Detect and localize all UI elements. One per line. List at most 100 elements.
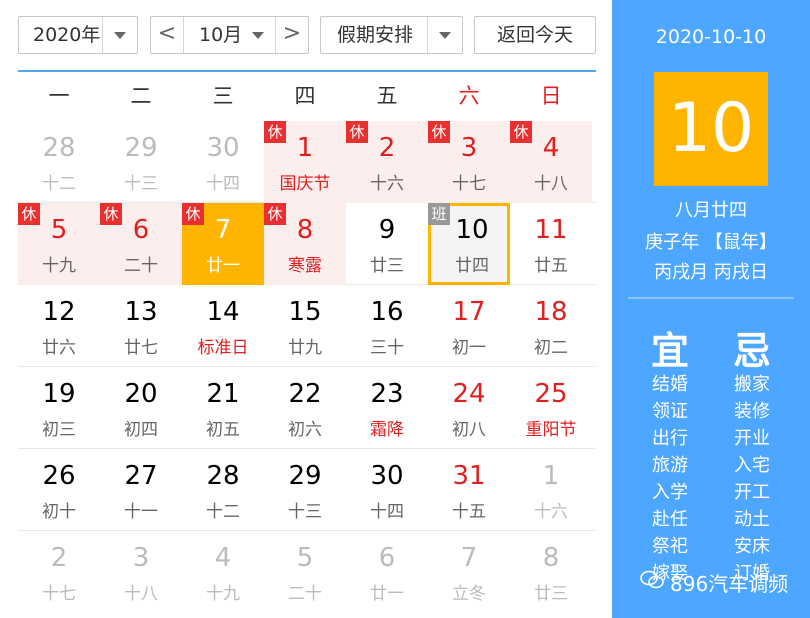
day-cell[interactable]: 17 初一 [428,285,510,367]
day-cell[interactable]: 26 初十 [18,449,100,531]
day-cell[interactable]: 2 十七 [18,531,100,613]
day-cell[interactable]: 18 初二 [510,285,592,367]
lunar-label: 标准日 [197,338,249,358]
weekday-label: 日 [540,84,562,108]
weekday-label: 二 [130,84,152,108]
day-cell[interactable]: 14 标准日 [182,285,264,367]
lunar-label: 廿五 [534,256,568,276]
day-cell[interactable]: 休 7 廿一 [182,203,264,285]
day-number: 6 [132,215,150,245]
weekday-label: 五 [376,84,398,108]
day-number: 5 [50,215,68,245]
day-cell[interactable]: 5 二十 [264,531,346,613]
lunar-label: 廿六 [42,338,76,358]
day-cell[interactable]: 29 十三 [100,121,182,203]
lunar-label: 二十 [288,584,322,604]
day-cell[interactable]: 休 1 国庆节 [264,121,346,203]
year-value: 2020年 [33,24,101,46]
day-cell[interactable]: 24 初八 [428,367,510,449]
chevron-down-icon[interactable] [241,17,275,53]
day-cell[interactable]: 7 立冬 [428,531,510,613]
day-cell[interactable]: 休 8 寒露 [264,203,346,285]
month-select[interactable]: < 10月 > [150,16,309,54]
day-cell[interactable]: 休 6 二十 [100,203,182,285]
day-number: 21 [206,379,240,409]
day-cell[interactable]: 30 十四 [346,449,428,531]
day-cell[interactable]: 16 三十 [346,285,428,367]
weekday-label: 四 [294,84,316,108]
day-cell[interactable]: 12 廿六 [18,285,100,367]
day-cell[interactable]: 29 十三 [264,449,346,531]
chevron-down-icon[interactable] [427,17,462,53]
day-cell[interactable]: 25 重阳节 [510,367,592,449]
day-cell[interactable]: 休 3 十七 [428,121,510,203]
day-cell[interactable]: 31 十五 [428,449,510,531]
ji-item: 开业 [734,428,770,449]
prev-month-button[interactable]: < [151,17,184,53]
day-cell[interactable]: 6 廿一 [346,531,428,613]
day-number: 6 [378,543,396,573]
day-number: 12 [42,297,76,327]
ji-item: 入宅 [734,455,770,476]
lunar-label: 廿一 [206,256,240,276]
day-number: 28 [206,461,240,491]
yi-item: 祭祀 [652,536,688,557]
day-cell[interactable]: 13 廿七 [100,285,182,367]
day-number: 30 [206,133,240,163]
day-number: 29 [124,133,158,163]
day-number: 17 [452,297,486,327]
lunar-label: 十六 [534,502,568,522]
lunar-label: 初五 [206,420,240,440]
day-cell[interactable]: 28 十二 [182,449,264,531]
yi-item: 旅游 [652,455,688,476]
day-number: 4 [214,543,232,573]
day-cell[interactable]: 1 十六 [510,449,592,531]
day-number: 8 [296,215,314,245]
lunar-label: 二十 [124,256,158,276]
day-cell[interactable]: 9 廿三 [346,203,428,285]
day-number: 14 [206,297,240,327]
watermark-text: 896汽车调频 [670,572,789,596]
lunar-label: 初一 [452,338,486,358]
day-number: 22 [288,379,322,409]
lunar-label: 廿九 [288,338,322,358]
lunar-label: 廿一 [370,584,404,604]
day-cell[interactable]: 3 十八 [100,531,182,613]
lunar-label: 初十 [42,502,76,522]
lunar-label: 十九 [206,584,240,604]
day-cell[interactable]: 11 廿五 [510,203,592,285]
ji-item: 动土 [734,509,770,530]
month-value: 10月 [199,24,243,46]
holiday-select[interactable]: 假期安排 [320,16,463,54]
day-cell[interactable]: 19 初三 [18,367,100,449]
day-cell[interactable]: 28 十二 [18,121,100,203]
day-cell[interactable]: 15 廿九 [264,285,346,367]
day-cell[interactable]: 8 廿三 [510,531,592,613]
day-cell[interactable]: 休 4 十八 [510,121,592,203]
header-divider [18,70,596,72]
day-number: 29 [288,461,322,491]
day-cell[interactable]: 休 2 十六 [346,121,428,203]
ji-item: 安床 [734,536,770,557]
lunar-label: 廿七 [124,338,158,358]
chevron-down-icon[interactable] [102,17,137,53]
day-cell[interactable]: 4 十九 [182,531,264,613]
day-cell[interactable]: 20 初四 [100,367,182,449]
day-cell[interactable]: 27 十一 [100,449,182,531]
year-select[interactable]: 2020年 [18,16,138,54]
lunar-label: 初二 [534,338,568,358]
day-cell[interactable]: 21 初五 [182,367,264,449]
ji-title: 忌 [732,329,771,373]
yi-item: 入学 [652,482,688,503]
lunar-label: 霜降 [370,420,404,440]
ji-item: 装修 [734,401,770,422]
day-cell[interactable]: 30 十四 [182,121,264,203]
next-month-button[interactable]: > [275,17,308,53]
day-cell[interactable]: 22 初六 [264,367,346,449]
day-number: 9 [378,215,396,245]
back-to-today-button[interactable]: 返回今天 [474,16,596,54]
day-number: 1 [296,133,314,163]
day-cell[interactable]: 23 霜降 [346,367,428,449]
day-cell[interactable]: 班 10 廿四 [428,203,510,285]
day-cell[interactable]: 休 5 十九 [18,203,100,285]
